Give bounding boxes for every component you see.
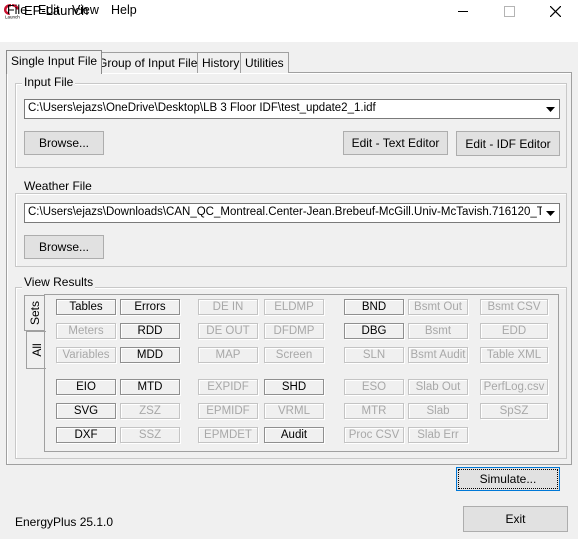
- menu-help[interactable]: Help: [111, 3, 137, 17]
- tab-all-label: All: [29, 343, 44, 357]
- edit-text-editor-button[interactable]: Edit - Text Editor: [343, 131, 448, 155]
- result-map-button: MAP: [198, 347, 258, 363]
- result-dxf-button[interactable]: DXF: [56, 427, 116, 443]
- result-table-xml-button: Table XML: [480, 347, 548, 363]
- result-slab-button: Slab: [408, 403, 468, 419]
- result-rdd-button[interactable]: RDD: [120, 323, 180, 339]
- result-variables-button: Variables: [56, 347, 116, 363]
- result-dbg-button[interactable]: DBG: [344, 323, 404, 339]
- result-bsmt-csv-button: Bsmt CSV: [480, 299, 548, 315]
- input-file-label: Input File: [22, 75, 76, 89]
- close-button[interactable]: [532, 0, 578, 22]
- result-dfdmp-button: DFDMP: [264, 323, 324, 339]
- result-eio-button[interactable]: EIO: [56, 379, 116, 395]
- tab-utilities[interactable]: Utilities: [240, 52, 289, 73]
- result-ssz-button: SSZ: [120, 427, 180, 443]
- result-bsmt-button: Bsmt: [408, 323, 468, 339]
- version-label: EnergyPlus 25.1.0: [15, 515, 114, 529]
- result-mtd-button[interactable]: MTD: [120, 379, 180, 395]
- result-meters-button: Meters: [56, 323, 116, 339]
- simulate-button[interactable]: Simulate...: [456, 467, 560, 491]
- result-expidf-button: EXPIDF: [198, 379, 258, 395]
- maximize-button[interactable]: [486, 0, 532, 22]
- minimize-button[interactable]: [440, 0, 486, 22]
- tab-history[interactable]: History: [197, 52, 245, 73]
- menu-file[interactable]: File: [7, 3, 27, 17]
- tab-sets[interactable]: Sets: [24, 295, 44, 331]
- result-zsz-button: ZSZ: [120, 403, 180, 419]
- tab-group-of-input-files[interactable]: Group of Input Files: [93, 52, 209, 73]
- tab-single-input-file[interactable]: Single Input File: [6, 50, 103, 74]
- result-perflog-csv-button: PerfLog.csv: [480, 379, 548, 395]
- result-vrml-button: VRML: [264, 403, 324, 419]
- result-epmdet-button: EPMDET: [198, 427, 258, 443]
- menu-edit[interactable]: Edit: [38, 3, 60, 17]
- result-slab-out-button: Slab Out: [408, 379, 468, 395]
- view-results-label: View Results: [22, 275, 96, 289]
- result-de-out-button: DE OUT: [198, 323, 258, 339]
- result-epmidf-button: EPMIDF: [198, 403, 258, 419]
- menu-bar: [0, 22, 578, 42]
- result-tables-button[interactable]: Tables: [56, 299, 116, 315]
- result-edd-button: EDD: [480, 323, 548, 339]
- chevron-down-icon[interactable]: [542, 100, 559, 118]
- tab-all[interactable]: All: [26, 331, 46, 369]
- result-bsmt-audit-button: Bsmt Audit: [408, 347, 468, 363]
- edit-idf-editor-button[interactable]: Edit - IDF Editor: [456, 131, 560, 156]
- result-mdd-button[interactable]: MDD: [120, 347, 180, 363]
- result-screen-button: Screen: [264, 347, 324, 363]
- menu-view[interactable]: View: [72, 3, 99, 17]
- result-eldmp-button: ELDMP: [264, 299, 324, 315]
- chevron-down-icon[interactable]: [542, 204, 559, 222]
- weather-file-label: Weather File: [22, 179, 94, 193]
- result-bsmt-out-button: Bsmt Out: [408, 299, 468, 315]
- tab-sets-label: Sets: [27, 300, 42, 326]
- browse-weather-button[interactable]: Browse...: [24, 235, 104, 259]
- simulate-button-label: Simulate...: [458, 469, 558, 489]
- result-de-in-button: DE IN: [198, 299, 258, 315]
- result-bnd-button[interactable]: BND: [344, 299, 404, 315]
- result-eso-button: ESO: [344, 379, 404, 395]
- result-sln-button: SLN: [344, 347, 404, 363]
- result-errors-button[interactable]: Errors: [120, 299, 180, 315]
- result-spsz-button: SpSZ: [480, 403, 548, 419]
- result-slab-err-button: Slab Err: [408, 427, 468, 443]
- browse-input-button[interactable]: Browse...: [24, 131, 104, 155]
- result-svg-button[interactable]: SVG: [56, 403, 116, 419]
- result-audit-button[interactable]: Audit: [264, 427, 324, 443]
- exit-button[interactable]: Exit: [463, 506, 568, 532]
- input-file-combo[interactable]: C:\Users\ejazs\OneDrive\Desktop\LB 3 Flo…: [24, 99, 560, 119]
- result-shd-button[interactable]: SHD: [264, 379, 324, 395]
- result-mtr-button: MTR: [344, 403, 404, 419]
- weather-file-combo[interactable]: C:\Users\ejazs\Downloads\CAN_QC_Montreal…: [24, 203, 560, 223]
- result-proc-csv-button: Proc CSV: [344, 427, 404, 443]
